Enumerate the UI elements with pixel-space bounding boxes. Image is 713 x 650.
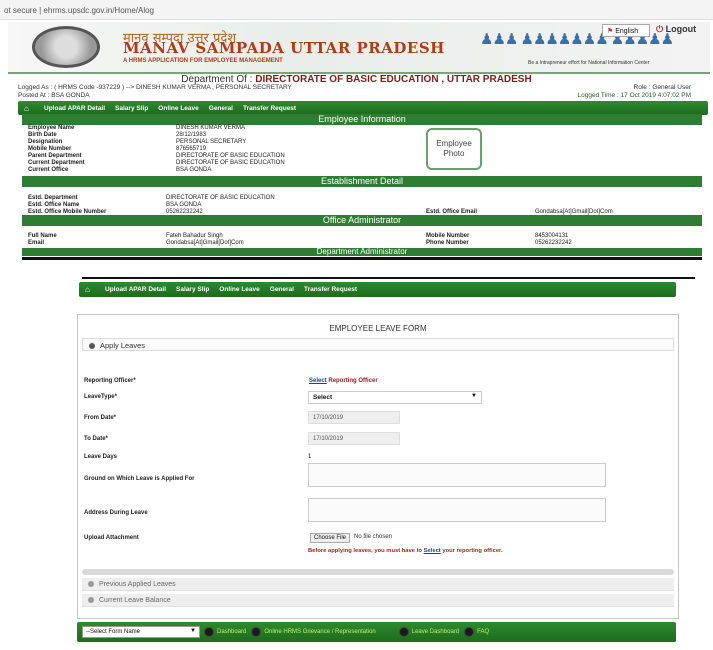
office-admin-heading: Office Administrator — [22, 215, 702, 226]
info-row: Estd. Office Name BSA GONDA — [28, 202, 202, 208]
logout-label: Logout — [665, 24, 697, 34]
leave-form-card: EMPLOYEE LEAVE FORM Apply Leaves Reporti… — [77, 314, 679, 619]
leave-days-label: Leave Days — [84, 454, 118, 460]
leave-dashboard-link[interactable]: Leave Dashboard — [412, 629, 459, 635]
leave-type-label: LeaveType* — [84, 394, 117, 400]
main-nav: ⌂ Upload APAR Detail Salary Slip Online … — [18, 101, 708, 115]
app-title: MANAV SAMPADA UTTAR PRADESH — [123, 39, 445, 57]
header-banner: मानव सम्पदा उत्तर प्रदेश MANAV SAMPADA U… — [8, 22, 710, 74]
people-caption: Be a Intrapreneur effort for National In… — [528, 60, 650, 66]
form-title: EMPLOYEE LEAVE FORM — [329, 324, 427, 333]
dashboard-link[interactable]: Dashboard — [217, 629, 246, 635]
nav-upload-apar[interactable]: Upload APAR Detail — [44, 105, 105, 112]
ground-label: Ground on Which Leave is Applied For — [84, 476, 195, 482]
leave-balance-toggle[interactable]: Current Leave Balance — [82, 594, 674, 607]
flag-icon: ⚑ — [607, 28, 614, 35]
from-date-label: From Date* — [84, 415, 117, 421]
logout-button[interactable]: ⏻ Logout — [656, 24, 696, 35]
app-subtitle: A HRMS APPLICATION FOR EMPLOYEE MANAGEME… — [123, 58, 283, 64]
grievance-icon — [251, 627, 262, 637]
leave-days-value: 1 — [308, 454, 312, 460]
language-button[interactable]: ⚑ English — [602, 24, 650, 37]
bottom-toolbar: --Select Form Name ▼ Dashboard Online HR… — [77, 622, 676, 642]
logged-time: Logged Time : 17 Oct 2019 4:07:02 PM — [577, 92, 691, 99]
info-row: Phone Number 05262232242 — [426, 240, 572, 246]
form-name-value: --Select Form Name — [86, 629, 141, 635]
choose-file-button[interactable]: Choose File — [310, 533, 351, 543]
leave-dashboard-icon — [398, 627, 409, 637]
user-role: Role : General User — [633, 84, 691, 91]
home-icon[interactable]: ⌂ — [85, 285, 95, 294]
chevron-down-icon: ▼ — [471, 393, 477, 399]
nav-salary-slip[interactable]: Salary Slip — [115, 105, 148, 112]
divider — [22, 257, 702, 260]
language-label: English — [615, 28, 639, 35]
browser-url-bar[interactable]: ot secure | ehrms.upsdc.gov.in/Home/Alog — [0, 0, 713, 20]
address-label: Address During Leave — [84, 510, 148, 516]
bullet-icon — [88, 581, 94, 588]
apply-leaves-toggle[interactable]: Apply Leaves — [82, 338, 674, 351]
select-reporting-officer-link[interactable]: Select Reporting Officer — [309, 378, 378, 384]
info-row: Email Gondabsa[At]Gmail[Dot]Com — [28, 240, 244, 246]
dept-admin-heading: Department Administrator — [22, 248, 702, 256]
info-row: Designation PERSONAL SECRETARY — [28, 139, 247, 145]
info-row: Estd. Department DIRECTORATE OF BASIC EDU… — [28, 195, 275, 201]
dashboard-icon — [204, 627, 214, 637]
nav-transfer-request[interactable]: Transfer Request — [243, 105, 296, 112]
previous-leaves-toggle[interactable]: Previous Applied Leaves — [82, 578, 674, 591]
url-text: ot secure | ehrms.upsdc.gov.in/Home/Alog — [4, 6, 154, 15]
to-date-label: To Date* — [84, 436, 108, 442]
reporting-officer-label: Reporting Officer* — [84, 378, 136, 384]
leave-nav: ⌂ Upload APAR Detail Salary Slip Online … — [79, 282, 676, 297]
nav-online-leave[interactable]: Online Leave — [158, 105, 198, 112]
faq-link[interactable]: FAQ — [477, 629, 489, 635]
info-row: Full Name Fateh Bahadur Singh — [28, 233, 223, 239]
to-date-input[interactable]: 17/10/2019 — [308, 432, 400, 445]
employee-info-heading: Employee Information — [22, 114, 702, 125]
bullet-icon — [88, 597, 94, 604]
establishment-heading: Establishment Detail — [22, 176, 702, 187]
nav-general[interactable]: General — [209, 105, 233, 112]
apply-leaves-label: Apply Leaves — [100, 341, 146, 350]
leave-balance-label: Current Leave Balance — [99, 597, 171, 604]
warning-select-link[interactable]: Select — [424, 548, 441, 554]
nav-online-leave[interactable]: Online Leave — [219, 286, 259, 293]
home-icon[interactable]: ⌂ — [24, 104, 34, 113]
previous-leaves-label: Previous Applied Leaves — [99, 581, 176, 588]
nav-transfer-request[interactable]: Transfer Request — [304, 286, 357, 293]
department-name: DIRECTORATE OF BASIC EDUCATION , UTTAR P… — [255, 74, 532, 85]
horizontal-scrollbar[interactable] — [82, 569, 674, 575]
info-row: Mobile Number 8453004131 — [426, 233, 569, 239]
leave-type-select[interactable]: Select ▼ — [308, 391, 482, 404]
nav-salary-slip[interactable]: Salary Slip — [176, 286, 209, 293]
faq-icon — [464, 627, 475, 637]
chevron-down-icon: ▼ — [190, 628, 196, 634]
grievance-link[interactable]: Online HRMS Grievance / Representation — [264, 629, 375, 635]
logged-as: Logged As : ( HRMS Code -937229 ) --> DI… — [18, 84, 292, 91]
attachment-label: Upload Attachment — [84, 535, 139, 541]
select-link[interactable]: Select — [309, 378, 327, 384]
posted-at: Posted At : BSA GONDA — [18, 92, 90, 99]
info-row: Parent Department DIRECTORATE OF BASIC ED… — [28, 153, 285, 159]
up-emblem-icon — [32, 26, 100, 68]
employee-photo: Employee Photo — [426, 128, 482, 170]
leave-type-value: Select — [313, 394, 333, 401]
ground-textarea[interactable] — [308, 463, 606, 487]
info-row: Current Office BSA GONDA — [28, 167, 212, 173]
power-icon: ⏻ — [656, 24, 664, 34]
nav-upload-apar[interactable]: Upload APAR Detail — [105, 286, 166, 293]
form-name-select[interactable]: --Select Form Name ▼ — [82, 626, 200, 638]
no-file-text: No file chosen — [354, 534, 393, 540]
info-row: Employee Name DINESH KUMAR VERMA — [28, 125, 246, 131]
nav-general[interactable]: General — [270, 286, 294, 293]
info-row: Current Department DIRECTORATE OF BASIC E… — [28, 160, 285, 166]
info-row: Birth Date 28/12/1983 — [28, 132, 207, 138]
divider — [82, 277, 695, 279]
reporting-officer-warning: Before applying leaves, you must have to… — [308, 548, 503, 554]
address-textarea[interactable] — [308, 498, 606, 522]
from-date-input[interactable]: 17/10/2019 — [308, 411, 400, 424]
bullet-icon — [89, 343, 95, 350]
info-row: Mobile Number 876565719 — [28, 146, 207, 152]
